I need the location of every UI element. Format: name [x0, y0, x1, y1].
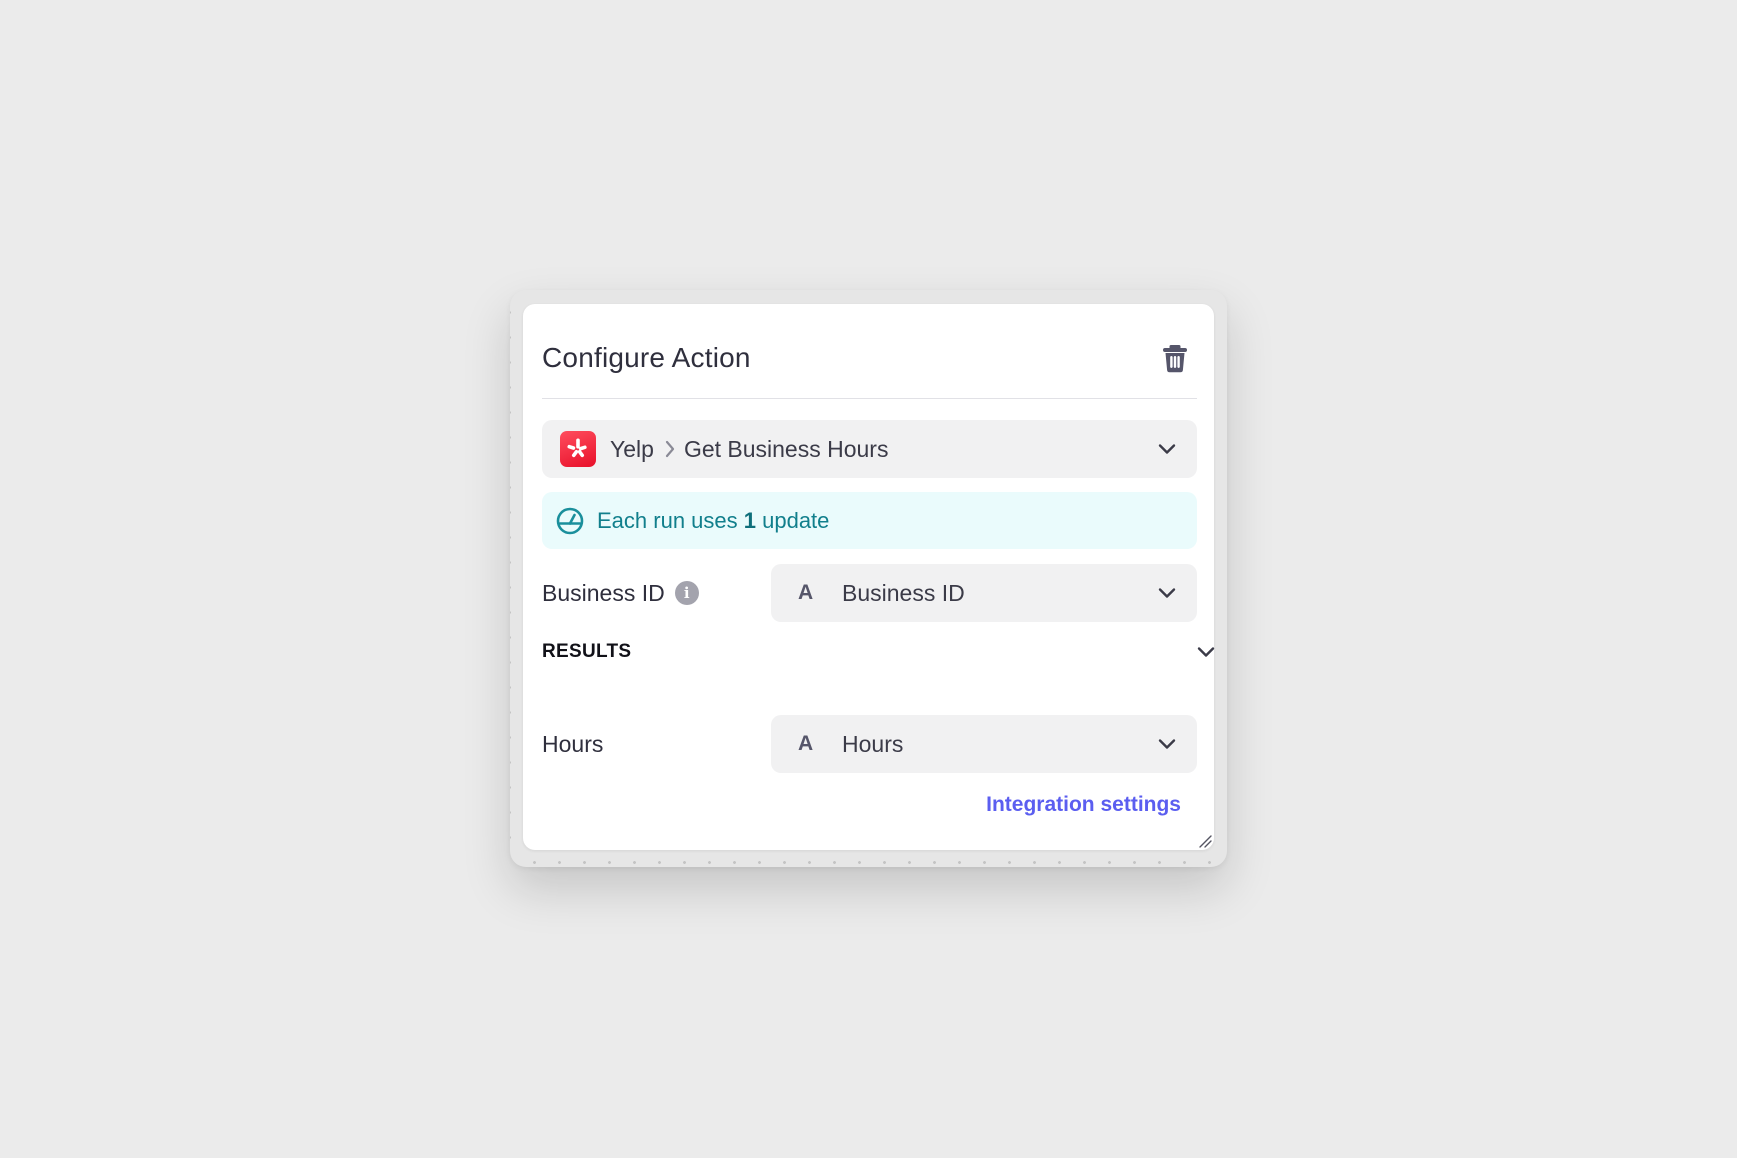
results-title: RESULTS [542, 641, 632, 662]
delete-action-button[interactable] [1155, 338, 1195, 378]
chevron-down-icon [1157, 737, 1177, 751]
usage-text: Each run uses 1 update [597, 507, 830, 533]
chevron-right-icon [664, 439, 676, 459]
configure-action-panel: Configure Action Yelp Get Business Hours… [523, 304, 1215, 850]
text-type-icon: A [798, 732, 814, 755]
business-id-select[interactable]: A Business ID [771, 564, 1197, 622]
business-id-value: Business ID [842, 579, 965, 606]
header-divider [542, 398, 1197, 399]
selected-action-label: Get Business Hours [683, 435, 889, 462]
integration-settings-link[interactable]: Integration settings [986, 793, 1181, 817]
chevron-down-icon [1157, 442, 1177, 456]
panel-title: Configure Action [542, 342, 751, 373]
business-id-row: Business ID i A Business ID [542, 564, 1197, 622]
hours-row: Hours A Hours [542, 715, 1197, 773]
hours-label: Hours [542, 730, 604, 757]
text-type-icon: A [798, 581, 814, 604]
info-icon[interactable]: i [674, 581, 699, 605]
canvas-frame: Configure Action Yelp Get Business Hours… [510, 290, 1227, 867]
selected-app-label: Yelp [610, 435, 654, 462]
gauge-icon [556, 507, 584, 534]
usage-count: 1 [743, 507, 756, 533]
business-id-label: Business ID i [542, 580, 771, 607]
chevron-down-icon [1196, 645, 1216, 659]
chevron-down-icon [1157, 586, 1177, 600]
results-section-toggle[interactable]: RESULTS [542, 634, 1221, 670]
yelp-logo-icon [560, 431, 596, 467]
panel-header: Configure Action [542, 328, 1197, 388]
hours-select[interactable]: A Hours [771, 715, 1197, 773]
trash-icon [1163, 345, 1187, 373]
resize-handle-icon[interactable] [1198, 834, 1212, 848]
hours-value: Hours [842, 730, 904, 757]
app-action-selector[interactable]: Yelp Get Business Hours [542, 420, 1197, 478]
usage-banner: Each run uses 1 update [542, 492, 1197, 549]
